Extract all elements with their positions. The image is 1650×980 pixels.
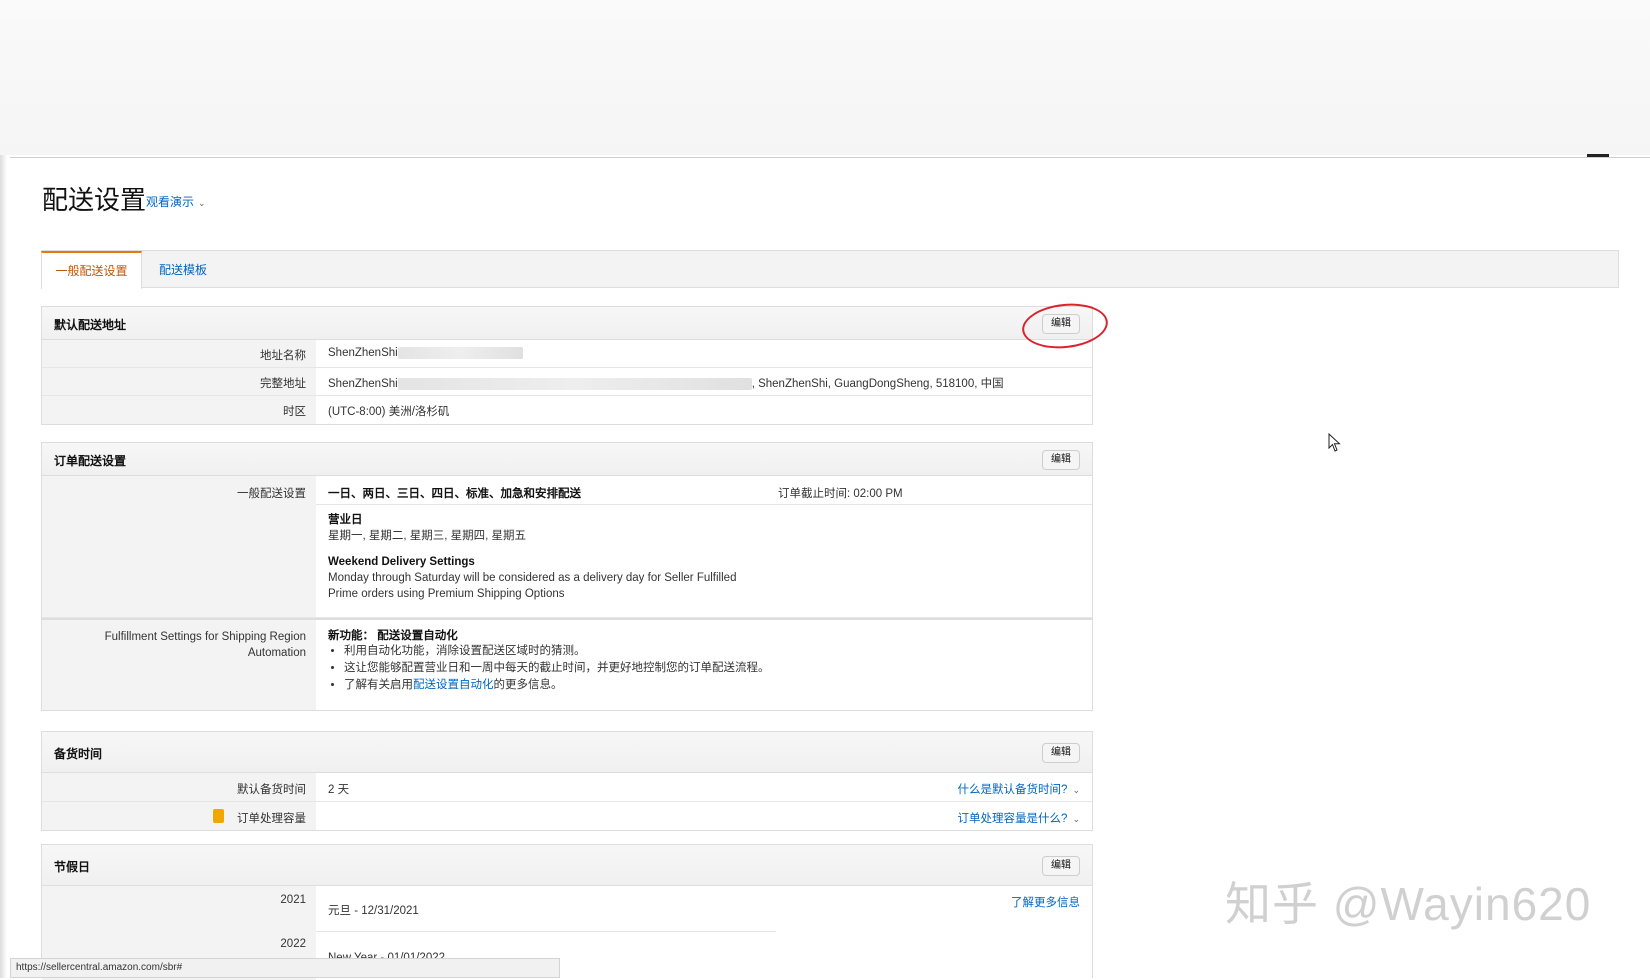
- bullet-suffix: 的更多信息。: [493, 679, 563, 691]
- capacity-help-link[interactable]: 订单处理容量是什么? ⌄: [958, 810, 1080, 826]
- help-link-text: 订单处理容量是什么?: [957, 813, 1068, 825]
- chevron-down-icon: ⌄: [198, 198, 206, 208]
- row-label: 默认备货时间: [237, 784, 306, 796]
- edit-order-shipping-button[interactable]: 编辑: [1042, 450, 1080, 470]
- address-name-value: ShenZhenShi: [328, 347, 523, 359]
- row-label: 一般配送设置: [237, 488, 306, 500]
- table-row: 订单处理容量 订单处理容量是什么? ⌄: [42, 802, 1092, 830]
- help-link-text: 什么是默认备货时间?: [957, 784, 1068, 796]
- row-label: 完整地址: [260, 378, 306, 390]
- business-days-block: 营业日 星期一, 星期二, 星期三, 星期四, 星期五 Weekend Deli…: [328, 512, 736, 602]
- tab-general-shipping[interactable]: 一般配送设置: [41, 251, 142, 289]
- table-row: Fulfillment Settings for Shipping Region…: [42, 618, 1092, 710]
- tab-bar: 一般配送设置 配送模板: [41, 250, 1619, 289]
- timezone-value: (UTC-8:00) 美洲/洛杉矶: [328, 406, 450, 418]
- row-label-cell: 2021: [42, 886, 316, 932]
- table-row: 时区 (UTC-8:00) 美洲/洛杉矶: [42, 396, 1092, 424]
- row-label-cell: 一般配送设置: [42, 476, 316, 617]
- edit-handling-time-button[interactable]: 编辑: [1042, 743, 1080, 763]
- tab-shipping-templates[interactable]: 配送模板: [159, 251, 207, 288]
- watch-demo-label: 观看演示: [146, 195, 195, 209]
- business-days-value: 星期一, 星期二, 星期三, 星期四, 星期五: [328, 530, 527, 542]
- table-row: 一般配送设置 一日、两日、三日、四日、标准、加急和安排配送 订单截止时间: 02…: [42, 476, 1092, 618]
- table-row: 默认备货时间 2 天 什么是默认备货时间? ⌄: [42, 773, 1092, 802]
- table-row: 地址名称 ShenZhenShi: [42, 340, 1092, 368]
- panel-title: 备货时间: [54, 747, 103, 761]
- weekend-title: Weekend Delivery Settings: [328, 556, 475, 568]
- list-item: 这让您能够配置营业日和一周中每天的截止时间，并更好地控制您的订单配送流程。: [344, 661, 770, 675]
- watch-demo-link[interactable]: 观看演示 ⌄: [146, 193, 206, 210]
- redacted-text: [397, 377, 752, 390]
- status-bar-url: https://sellercentral.amazon.com/sbr#: [10, 958, 560, 978]
- default-handling-value: 2 天: [328, 784, 350, 796]
- full-address-value: ShenZhenShi , ShenZhenShi, GuangDongSheng…: [328, 375, 1004, 391]
- row-label-cell: 地址名称: [42, 340, 316, 367]
- left-edge-shadow: [0, 155, 7, 978]
- panel-header: 订单配送设置 编辑: [42, 443, 1092, 476]
- panel-title: 节假日: [54, 860, 91, 874]
- edit-holidays-button[interactable]: 编辑: [1042, 856, 1080, 876]
- handling-time-panel: 备货时间 编辑 默认备货时间 2 天 什么是默认备货时间? ⌄ 订单处理容量 订单…: [41, 731, 1093, 831]
- panel-title: 订单配送设置: [54, 454, 127, 468]
- row-label-cell: Fulfillment Settings for Shipping Region…: [42, 620, 316, 710]
- row-label-cell: 时区: [42, 396, 316, 424]
- chevron-down-icon: ⌄: [1072, 785, 1080, 795]
- panel-header: 备货时间 编辑: [42, 732, 1092, 773]
- inner-divider: [316, 504, 1092, 505]
- capacity-badge-icon: [213, 809, 224, 823]
- year-label: 2021: [280, 894, 306, 906]
- full-address-start: ShenZhenShi: [328, 378, 398, 390]
- default-address-panel: 默认配送地址 编辑 地址名称 ShenZhenShi 完整地址 ShenZhen…: [41, 306, 1093, 425]
- row-label: 订单处理容量: [237, 813, 306, 825]
- table-row: 完整地址 ShenZhenShi , ShenZhenShi, GuangDong…: [42, 368, 1092, 396]
- top-dash-mark: [1587, 154, 1609, 157]
- business-days-title: 营业日: [328, 514, 363, 526]
- bullet-prefix: 了解有关启用: [344, 679, 413, 691]
- chevron-down-icon: ⌄: [1072, 814, 1080, 824]
- mouse-cursor-icon: [1328, 433, 1341, 452]
- automation-bullets: 利用自动化功能，消除设置配送区域时的猜测。 这让您能够配置营业日和一周中每天的截…: [328, 644, 770, 692]
- full-address-end: , ShenZhenShi, GuangDongSheng, 518100, 中…: [751, 378, 1004, 390]
- top-blank-area: [0, 0, 1650, 155]
- watermark-text: 知乎 @Wayin620: [1225, 878, 1592, 930]
- automation-label-line-1: Fulfillment Settings for Shipping Region: [104, 631, 306, 643]
- page-title: 配送设置: [42, 185, 147, 215]
- shipping-methods-value: 一日、两日、三日、四日、标准、加急和安排配送: [328, 488, 581, 500]
- list-item: 利用自动化功能，消除设置配送区域时的猜测。: [344, 644, 770, 658]
- automation-label-line-2: Automation: [247, 647, 306, 659]
- automation-learn-link[interactable]: 配送设置自动化: [413, 679, 494, 691]
- row-label: 地址名称: [260, 350, 306, 362]
- redacted-text: [397, 347, 523, 359]
- row-label-cell: 完整地址: [42, 368, 316, 395]
- automation-title: 新功能： 配送设置自动化: [328, 630, 458, 642]
- weekend-line-1: Monday through Saturday will be consider…: [328, 572, 737, 584]
- automation-block: 新功能： 配送设置自动化 利用自动化功能，消除设置配送区域时的猜测。 这让您能够…: [328, 629, 770, 695]
- order-shipping-panel: 订单配送设置 编辑 一般配送设置 一日、两日、三日、四日、标准、加急和安排配送 …: [41, 442, 1093, 711]
- list-item: 了解有关启用配送设置自动化的更多信息。: [344, 678, 770, 692]
- row-label-cell: 默认备货时间: [42, 773, 316, 801]
- holiday-value: 元旦 - 12/31/2021: [328, 905, 419, 917]
- row-label: 时区: [283, 406, 306, 418]
- panel-header: 节假日 编辑: [42, 845, 1092, 886]
- panel-title: 默认配送地址: [54, 318, 127, 332]
- panel-header: 默认配送地址 编辑: [42, 307, 1092, 340]
- handling-time-help-link[interactable]: 什么是默认备货时间? ⌄: [958, 781, 1080, 797]
- row-label-cell: 订单处理容量: [42, 802, 316, 830]
- cutoff-time-value: 订单截止时间: 02:00 PM: [778, 488, 903, 500]
- table-row: 2021 元旦 - 12/31/2021: [42, 886, 1092, 932]
- weekend-line-2: Prime orders using Premium Shipping Opti…: [328, 588, 565, 600]
- year-label: 2022: [280, 938, 306, 950]
- row-label: Fulfillment Settings for Shipping Region…: [105, 629, 306, 661]
- address-name-text: ShenZhenShi: [328, 347, 398, 360]
- top-divider: [10, 157, 1650, 158]
